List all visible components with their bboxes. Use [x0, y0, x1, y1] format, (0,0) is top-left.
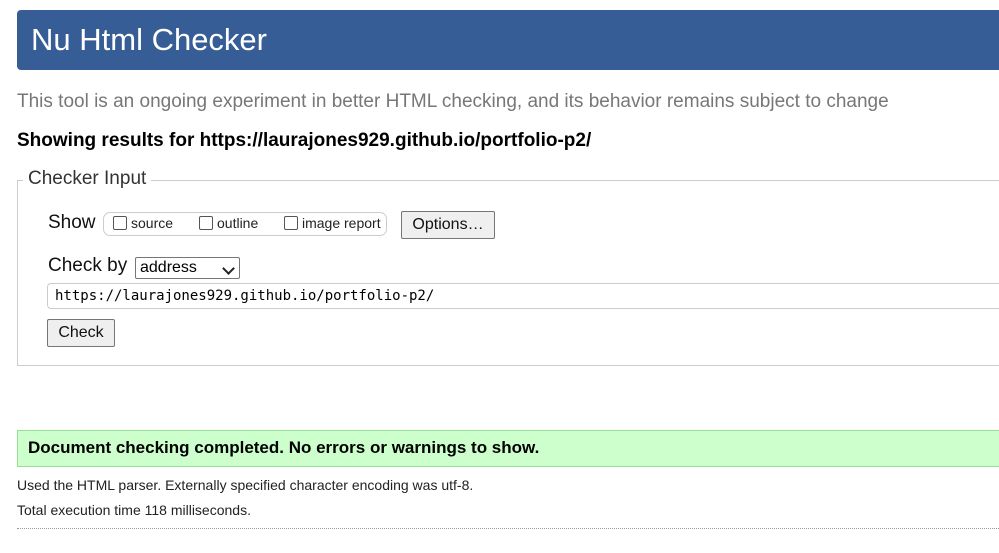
check-by-label: Check by: [48, 255, 128, 276]
show-options-group: source outline image report: [103, 212, 387, 236]
success-message: Document checking completed. No errors o…: [28, 438, 540, 457]
divider: [17, 528, 999, 529]
outline-checkbox-box[interactable]: [199, 216, 213, 230]
source-checkbox-label: source: [131, 215, 174, 231]
source-checkbox[interactable]: source: [113, 215, 173, 231]
chevron-down-icon: [222, 262, 235, 275]
url-input[interactable]: https://laurajones929.github.io/portfoli…: [47, 283, 999, 309]
success-message-box: Document checking completed. No errors o…: [17, 430, 999, 467]
showing-results-heading: Showing results for https://laurajones92…: [17, 130, 592, 151]
image-report-checkbox[interactable]: image report: [284, 215, 381, 231]
outline-checkbox-label: outline: [217, 215, 259, 231]
tool-description: This tool is an ongoing experiment in be…: [17, 91, 889, 112]
app-header: Nu Html Checker: [17, 10, 999, 70]
options-button[interactable]: Options…: [401, 211, 495, 239]
parser-info: Used the HTML parser. Externally specifi…: [17, 477, 474, 493]
check-by-select[interactable]: address: [135, 257, 240, 279]
execution-time: Total execution time 118 milliseconds.: [17, 502, 251, 518]
outline-checkbox[interactable]: outline: [199, 215, 258, 231]
show-label: Show: [48, 212, 96, 233]
check-by-selected-value: address: [140, 259, 197, 276]
image-report-checkbox-label: image report: [302, 215, 381, 231]
page-title: Nu Html Checker: [31, 22, 267, 57]
image-report-checkbox-box[interactable]: [284, 216, 298, 230]
check-button[interactable]: Check: [47, 319, 115, 347]
source-checkbox-box[interactable]: [113, 216, 127, 230]
checker-input-legend: Checker Input: [23, 168, 152, 190]
